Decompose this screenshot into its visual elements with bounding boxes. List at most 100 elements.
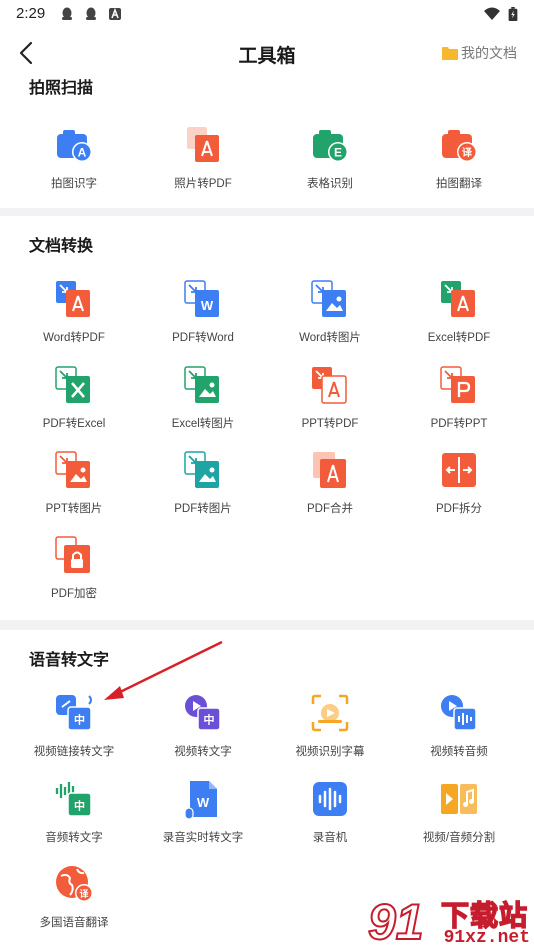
svg-text:译: 译 (462, 146, 473, 159)
tool-label: 录音机 (312, 832, 348, 844)
camera-text-icon: A (57, 130, 92, 162)
voice-translate-icon: 译 (56, 866, 93, 902)
status-time: 2:29 (16, 5, 46, 22)
audio-text-icon: 中 (55, 782, 92, 817)
battery-icon (508, 7, 518, 21)
tool-voice-translate[interactable]: 译 多国语音翻译 (14, 863, 134, 943)
svg-text:中: 中 (204, 713, 215, 727)
watermark-url: 91xz.net (443, 928, 530, 948)
svg-text:中: 中 (74, 713, 85, 727)
qq-notification-icon (86, 7, 96, 20)
photo-to-pdf-icon (187, 127, 219, 162)
excel-to-pdf-icon (441, 281, 475, 317)
pdf-merge-icon (313, 452, 346, 488)
tool-label: 视频/音频分割 (422, 832, 496, 844)
svg-text:中: 中 (74, 799, 85, 813)
tool-media-split[interactable]: 视频/音频分割 (399, 778, 519, 858)
svg-text:W: W (197, 795, 210, 810)
tool-label: 录音实时转文字 (162, 832, 244, 844)
tool-pdf-encrypt[interactable]: PDF加密 (14, 534, 134, 614)
word-to-pdf-icon (56, 281, 90, 317)
media-split-icon (441, 784, 477, 814)
svg-text:译: 译 (79, 888, 89, 900)
wifi-icon (484, 7, 500, 20)
word-to-image-icon (311, 280, 346, 317)
tool-photo-to-pdf[interactable]: 照片转PDF (143, 124, 263, 204)
realtime-record-text-icon: W (184, 781, 217, 820)
tool-pdf-split[interactable]: PDF拆分 (399, 449, 519, 529)
tool-label: PDF拆分 (436, 503, 482, 515)
svg-text:E: E (334, 146, 342, 160)
tool-camera-text[interactable]: A 拍图识字 (14, 124, 134, 204)
pdf-to-word-icon: W (184, 280, 219, 317)
tool-label: 视频转音频 (430, 746, 488, 758)
excel-to-image-icon (184, 366, 219, 403)
back-arrow-icon[interactable] (14, 40, 40, 66)
tool-label: 视频链接转文字 (33, 746, 115, 758)
tool-label: Word转图片 (299, 332, 361, 344)
watermark-logo: 91 (367, 894, 425, 950)
pdf-to-excel-icon (55, 366, 90, 403)
tool-ppt-to-pdf[interactable]: PPT转PDF (270, 364, 390, 444)
top-navbar: 工具箱 我的文档 (0, 28, 534, 78)
my-documents-button[interactable]: 我的文档 (442, 43, 517, 63)
pdf-split-icon (442, 453, 476, 487)
tool-ppt-to-image[interactable]: PPT转图片 (14, 449, 134, 529)
tool-label: PDF加密 (51, 588, 97, 600)
video-subtitle-icon (311, 694, 349, 732)
tool-label: Excel转PDF (427, 332, 491, 344)
tool-pdf-to-ppt[interactable]: PDF转PPT (399, 364, 519, 444)
tool-label: PDF转图片 (174, 503, 232, 515)
tool-label: 视频转文字 (174, 746, 232, 758)
tool-pdf-to-excel[interactable]: PDF转Excel (14, 364, 134, 444)
tool-excel-to-pdf[interactable]: Excel转PDF (399, 278, 519, 358)
tool-label: Word转PDF (43, 332, 105, 344)
tool-label: PPT转PDF (301, 418, 359, 430)
tool-pdf-merge[interactable]: PDF合并 (270, 449, 390, 529)
tool-video-text[interactable]: 中 视频转文字 (143, 692, 263, 772)
ppt-to-pdf-icon (312, 367, 347, 404)
app-notification-icon (109, 7, 121, 20)
section-title: 语音转文字 (29, 652, 110, 669)
tool-label: PDF合并 (307, 503, 353, 515)
tool-audio-text[interactable]: 中 音频转文字 (14, 778, 134, 858)
video-audio-icon (441, 695, 477, 731)
tool-pdf-to-image[interactable]: PDF转图片 (143, 449, 263, 529)
pdf-encrypt-icon (55, 536, 90, 573)
tool-label: Excel转图片 (171, 418, 235, 430)
pdf-to-image-icon (184, 451, 219, 488)
watermark: 91 下载站 91xz.net (364, 894, 534, 950)
tool-recorder[interactable]: 录音机 (270, 778, 390, 858)
section-title: 拍照扫描 (29, 80, 94, 97)
tool-label: 视频识别字幕 (295, 746, 365, 758)
ppt-to-image-icon (55, 451, 90, 488)
video-text-icon: 中 (185, 695, 221, 731)
tool-label: PDF转Excel (42, 418, 106, 430)
tool-word-to-pdf[interactable]: Word转PDF (14, 278, 134, 358)
tool-table-recognize[interactable]: E 表格识别 (270, 124, 390, 204)
tool-label: 照片转PDF (174, 178, 232, 190)
tool-label: 音频转文字 (45, 832, 103, 844)
tool-realtime-record-text[interactable]: W 录音实时转文字 (143, 778, 263, 858)
tool-video-link-text[interactable]: 中 视频链接转文字 (14, 692, 134, 772)
table-recognize-icon: E (313, 130, 348, 162)
tool-label: PDF转PPT (430, 418, 488, 430)
tool-pdf-to-word[interactable]: W PDF转Word (143, 278, 263, 358)
my-documents-label: 我的文档 (461, 45, 517, 61)
tool-excel-to-image[interactable]: Excel转图片 (143, 364, 263, 444)
tool-label: PPT转图片 (45, 503, 103, 515)
qq-notification-icon (62, 7, 72, 20)
svg-text:W: W (201, 298, 214, 313)
tool-word-to-image[interactable]: Word转图片 (270, 278, 390, 358)
recorder-icon (313, 782, 347, 816)
tool-label: PDF转Word (172, 332, 234, 344)
section-title: 文档转换 (29, 238, 94, 255)
tool-camera-translate[interactable]: 译 拍图翻译 (399, 124, 519, 204)
camera-translate-icon: 译 (442, 130, 477, 162)
tool-label: 拍图翻译 (436, 178, 482, 190)
tool-label: 拍图识字 (51, 178, 97, 190)
tool-video-audio[interactable]: 视频转音频 (399, 692, 519, 772)
tool-video-subtitle[interactable]: 视频识别字幕 (270, 692, 390, 772)
section-doc-convert: 文档转换 Word转PDF W PDF转Word Word转图片 Excel转P… (0, 216, 534, 620)
section-photo-scan: 拍照扫描 A 拍图识字 照片转PDF E 表格识别 译 拍图翻译 (0, 78, 534, 208)
